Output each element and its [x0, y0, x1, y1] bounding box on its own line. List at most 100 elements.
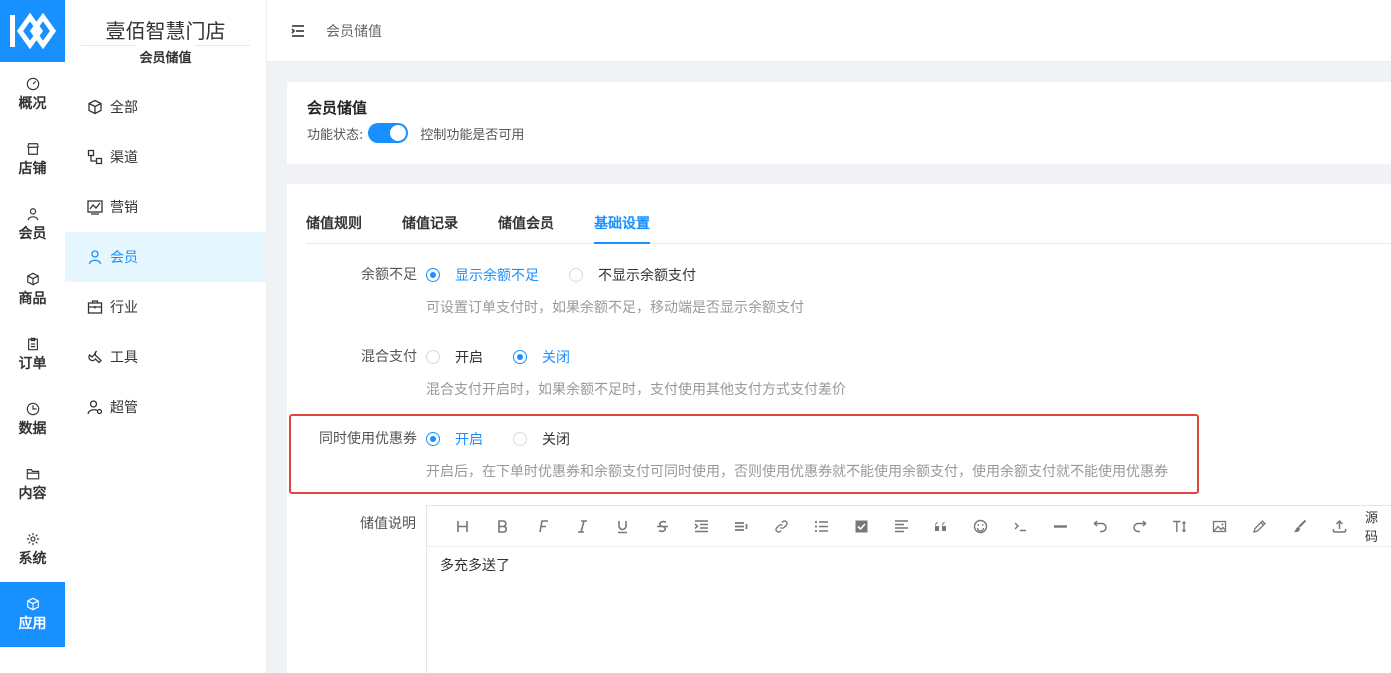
nav-overview-label: 概况	[18, 96, 47, 112]
list-icon[interactable]	[801, 506, 841, 546]
sidebar-item-label: 工具	[110, 350, 138, 366]
feature-status-card: 会员储值 功能状态: 控制功能是否可用	[287, 82, 1391, 164]
tab-basic-settings[interactable]: 基础设置	[594, 208, 650, 244]
divider-icon[interactable]	[1040, 506, 1080, 546]
radio-icon	[426, 350, 440, 364]
admin-icon	[87, 400, 103, 415]
sidebar-item-label: 会员	[110, 250, 138, 266]
nav-member-label: 会员	[18, 226, 47, 242]
quote-icon[interactable]	[921, 506, 961, 546]
setting-hint: 混合支付开启时，如果余额不足时，支付使用其他支付方式支付差价	[426, 382, 846, 398]
description-label: 储值说明	[360, 516, 416, 532]
sidebar-item-label: 全部	[110, 100, 138, 116]
nav-content-label: 内容	[18, 486, 47, 502]
section-title: 会员储值	[81, 45, 250, 66]
sidebar-item-admin[interactable]: 超管	[65, 382, 266, 432]
radio-hide-balance-pay[interactable]: 不显示余额支付	[569, 265, 696, 285]
strikethrough-icon[interactable]	[642, 506, 682, 546]
store-name: 壹佰智慧门店	[105, 19, 226, 43]
radio-icon	[426, 268, 440, 282]
nav-apps-label: 应用	[18, 616, 47, 632]
sidebar-item-industry[interactable]: 行业	[65, 282, 266, 332]
sidebar-item-channel[interactable]: 渠道	[65, 132, 266, 182]
sidebar-item-label: 营销	[110, 200, 138, 216]
radio-mixed-off[interactable]: 关闭	[513, 347, 570, 367]
cube-icon	[26, 597, 39, 611]
nav-goods-label: 商品	[18, 291, 47, 307]
nav-shop[interactable]: 店铺	[0, 127, 65, 192]
gear-icon	[26, 532, 39, 546]
code-icon[interactable]	[1001, 506, 1041, 546]
nav-system-label: 系统	[18, 551, 47, 567]
setting-hint: 可设置订单支付时，如果余额不足，移动端是否显示余额支付	[426, 300, 804, 316]
tab-bar: 储值规则 储值记录 储值会员 基础设置	[306, 208, 1391, 244]
font-size-icon[interactable]	[1160, 506, 1200, 546]
font-icon[interactable]	[523, 506, 563, 546]
main-nav-rail: 概况 店铺 会员 商品 订单 数据 内容 系统 应用	[0, 0, 65, 673]
radio-label: 开启	[455, 350, 483, 366]
heading-icon[interactable]	[443, 506, 483, 546]
redo-icon[interactable]	[1120, 506, 1160, 546]
nav-goods[interactable]: 商品	[0, 257, 65, 322]
chart-icon	[87, 200, 103, 215]
line-height-icon[interactable]	[722, 506, 762, 546]
pen-icon[interactable]	[1240, 506, 1280, 546]
editor-content[interactable]: 多充多送了	[427, 547, 1391, 583]
app-logo[interactable]	[0, 0, 65, 62]
pie-icon	[26, 402, 39, 416]
bold-icon[interactable]	[483, 506, 523, 546]
channel-icon	[87, 149, 103, 165]
status-hint: 控制功能是否可用	[420, 127, 525, 143]
nav-system[interactable]: 系统	[0, 517, 65, 582]
checkbox-icon[interactable]	[841, 506, 881, 546]
nav-member[interactable]: 会员	[0, 192, 65, 257]
status-label: 功能状态:	[307, 127, 364, 143]
sidebar-item-all[interactable]: 全部	[65, 82, 266, 132]
indent-icon[interactable]	[682, 506, 722, 546]
top-bar: 会员储值	[267, 0, 1391, 62]
underline-icon[interactable]	[602, 506, 642, 546]
sidebar-item-tools[interactable]: 工具	[65, 332, 266, 382]
folder-icon	[26, 469, 39, 480]
sidebar-item-member[interactable]: 会员	[65, 232, 266, 282]
dashboard-icon	[26, 77, 39, 91]
wrench-icon	[88, 350, 102, 364]
radio-icon	[513, 350, 527, 364]
cube-icon	[88, 99, 102, 115]
nav-order-label: 订单	[18, 356, 47, 372]
status-toggle[interactable]	[368, 123, 409, 143]
nav-apps[interactable]: 应用	[0, 582, 65, 647]
logo-icon	[9, 12, 56, 50]
link-icon[interactable]	[762, 506, 802, 546]
undo-icon[interactable]	[1080, 506, 1120, 546]
radio-show-insufficient[interactable]: 显示余额不足	[426, 265, 539, 285]
source-code-button[interactable]: 源码	[1365, 507, 1391, 545]
italic-icon[interactable]	[562, 506, 602, 546]
clipboard-icon	[27, 337, 38, 351]
nav-data[interactable]: 数据	[0, 387, 65, 452]
radio-mixed-on[interactable]: 开启	[426, 347, 483, 367]
nav-overview[interactable]: 概况	[0, 62, 65, 127]
cube-icon	[26, 272, 39, 286]
sidebar-item-label: 渠道	[110, 150, 138, 166]
briefcase-icon	[87, 300, 103, 314]
sidebar-item-label: 行业	[110, 300, 138, 316]
sidebar-item-label: 超管	[110, 400, 138, 416]
align-icon[interactable]	[881, 506, 921, 546]
brush-icon[interactable]	[1279, 506, 1319, 546]
tab-rules[interactable]: 储值规则	[306, 208, 362, 244]
sub-sidebar: 壹佰智慧门店 会员储值 全部 渠道 营销 会员 行业 工具 超管	[65, 0, 267, 673]
nav-content[interactable]: 内容	[0, 452, 65, 517]
upload-icon[interactable]	[1319, 506, 1359, 546]
image-icon[interactable]	[1200, 506, 1240, 546]
radio-label: 显示余额不足	[455, 268, 539, 284]
radio-label: 不显示余额支付	[598, 268, 696, 284]
emoji-icon[interactable]	[961, 506, 1001, 546]
sidebar-item-marketing[interactable]: 营销	[65, 182, 266, 232]
nav-order[interactable]: 订单	[0, 322, 65, 387]
tab-members[interactable]: 储值会员	[498, 208, 554, 244]
nav-data-label: 数据	[18, 421, 47, 437]
user-icon	[27, 208, 38, 221]
tab-records[interactable]: 储值记录	[402, 208, 458, 244]
menu-toggle-icon[interactable]	[289, 22, 307, 40]
